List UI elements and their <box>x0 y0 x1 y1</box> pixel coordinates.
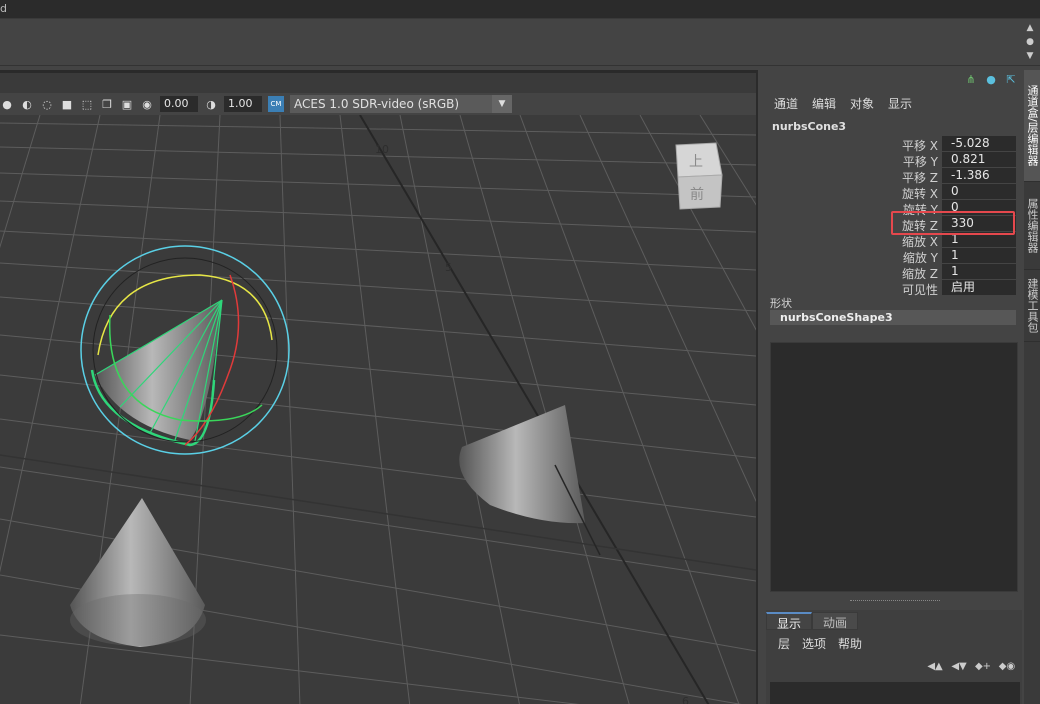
attr-value-field[interactable]: 0 <box>942 184 1016 199</box>
tab-channel-box-layer-editor[interactable]: 通道盒/层编辑器 <box>1024 70 1040 182</box>
attr-row-rotate-x[interactable]: 旋转 X 0 <box>760 184 1024 201</box>
attr-row-scale-z[interactable]: 缩放 Z 1 <box>760 264 1024 281</box>
layer-icons: ◀▲ ◀▼ ◆+ ◆◉ <box>927 660 1015 672</box>
viewport[interactable]: ● ◐ ◌ ■ ⬚ ❐ ▣ ◉ 0.00 ◑ 1.00 CM ACES 1.0 … <box>0 70 758 704</box>
channel-box-empty-area <box>770 342 1018 592</box>
attr-value-field[interactable]: 0.821 <box>942 152 1016 167</box>
select-camera-icon[interactable]: ⬚ <box>80 97 94 111</box>
view-cube[interactable]: 上 前 <box>675 142 723 210</box>
title-strip: d <box>0 0 1040 18</box>
chevron-down-icon[interactable]: ▼ <box>492 95 512 113</box>
shelf-area: ▲ ● ▼ <box>0 18 1040 66</box>
viewport-toolbar: ● ◐ ◌ ■ ⬚ ❐ ▣ ◉ 0.00 ◑ 1.00 CM ACES 1.0 … <box>0 93 756 115</box>
layer-list[interactable] <box>770 682 1020 704</box>
graph-icon[interactable]: ⋔ <box>964 72 978 86</box>
color-management-icon[interactable]: CM <box>268 96 284 112</box>
attr-value-field[interactable]: 1 <box>942 264 1016 279</box>
scene-canvas[interactable]: 10 5 6 上 前 <box>0 115 756 704</box>
grid-label-6: 6 <box>682 695 689 704</box>
scroll-menu-icon[interactable]: ● <box>1026 37 1034 47</box>
help-icon[interactable]: ● <box>984 72 998 86</box>
resolution-gate-icon[interactable]: ■ <box>60 97 74 111</box>
shapes-header: 形状 <box>770 297 792 310</box>
exposure-icon[interactable]: ◉ <box>140 97 154 111</box>
scroll-down-icon[interactable]: ▼ <box>1027 51 1034 61</box>
menu-layers[interactable]: 层 <box>778 635 790 652</box>
attr-row-translate-x[interactable]: 平移 X -5.028 <box>760 136 1024 153</box>
view-cube-front-label[interactable]: 前 <box>690 186 704 203</box>
texture-sphere-icon[interactable]: ◐ <box>20 97 34 111</box>
new-empty-layer-icon[interactable]: ◆+ <box>975 660 991 672</box>
overlap-icon[interactable]: ❐ <box>100 97 114 111</box>
tab-attribute-editor[interactable]: 属性编辑器 <box>1024 182 1040 270</box>
gamma-icon[interactable]: ◑ <box>204 97 218 111</box>
attr-row-visibility[interactable]: 可见性 启用 <box>760 280 1024 298</box>
menu-show[interactable]: 显示 <box>888 95 912 112</box>
object-name[interactable]: nurbsCone3 <box>772 120 846 133</box>
panel-top-icons: ⋔ ● ⇱ <box>964 72 1018 86</box>
move-layer-down-icon[interactable]: ◀▼ <box>951 660 966 672</box>
panel-splitter[interactable] <box>850 600 940 603</box>
shape-node-row[interactable]: nurbsConeShape3 <box>770 310 1016 325</box>
menu-edit[interactable]: 编辑 <box>812 95 836 112</box>
grid-label-10: 10 <box>375 143 389 156</box>
attr-label[interactable]: 可见性 <box>902 281 938 298</box>
color-space-label: ACES 1.0 SDR-video (sRGB) <box>294 97 460 111</box>
move-layer-up-icon[interactable]: ◀▲ <box>927 660 942 672</box>
shaded-sphere-icon[interactable]: ● <box>0 97 14 111</box>
menu-channels[interactable]: 通道 <box>774 95 798 112</box>
layer-editor: 显示 动画 层 选项 帮助 ◀▲ ◀▼ ◆+ ◆◉ <box>766 610 1022 704</box>
gamma-field[interactable]: 1.00 <box>224 96 262 112</box>
tab-modeling-toolkit[interactable]: 建模工具包 <box>1024 270 1040 342</box>
new-layer-from-selected-icon[interactable]: ◆◉ <box>999 660 1015 672</box>
attr-row-scale-y[interactable]: 缩放 Y 1 <box>760 248 1024 265</box>
highlight-annotation-box <box>891 211 1015 235</box>
scroll-up-icon[interactable]: ▲ <box>1027 23 1034 33</box>
layer-menu: 层 选项 帮助 <box>778 635 862 652</box>
title-fragment: d <box>0 2 7 15</box>
grid-label-5: 5 <box>445 261 452 274</box>
channel-box-panel: ⋔ ● ⇱ 通道 编辑 对象 显示 nurbsCone3 平移 X -5.028… <box>760 70 1024 704</box>
menu-object[interactable]: 对象 <box>850 95 874 112</box>
attr-row-translate-y[interactable]: 平移 Y 0.821 <box>760 152 1024 169</box>
float-panel-icon[interactable]: ⇱ <box>1004 72 1018 86</box>
color-space-dropdown[interactable]: ACES 1.0 SDR-video (sRGB) ▼ <box>290 95 512 113</box>
isolate-icon[interactable]: ◌ <box>40 97 54 111</box>
tab-display[interactable]: 显示 <box>766 612 813 631</box>
side-tab-strip: 通道盒/层编辑器 属性编辑器 建模工具包 <box>1024 70 1040 704</box>
attr-value-field[interactable]: -5.028 <box>942 136 1016 151</box>
view-cube-top-label[interactable]: 上 <box>689 154 703 170</box>
exposure-field[interactable]: 0.00 <box>160 96 198 112</box>
menu-help[interactable]: 帮助 <box>838 635 862 652</box>
menu-options[interactable]: 选项 <box>802 635 826 652</box>
tab-animation[interactable]: 动画 <box>812 612 859 630</box>
layer-tabs: 显示 动画 <box>766 612 859 631</box>
attr-row-translate-z[interactable]: 平移 Z -1.386 <box>760 168 1024 185</box>
attr-value-field[interactable]: 启用 <box>942 280 1016 295</box>
attr-value-field[interactable]: 1 <box>942 248 1016 263</box>
channel-box-menu: 通道 编辑 对象 显示 <box>774 95 912 112</box>
shelf-scroll[interactable]: ▲ ● ▼ <box>1024 23 1036 61</box>
image-plane-icon[interactable]: ▣ <box>120 97 134 111</box>
attr-value-field[interactable]: -1.386 <box>942 168 1016 183</box>
